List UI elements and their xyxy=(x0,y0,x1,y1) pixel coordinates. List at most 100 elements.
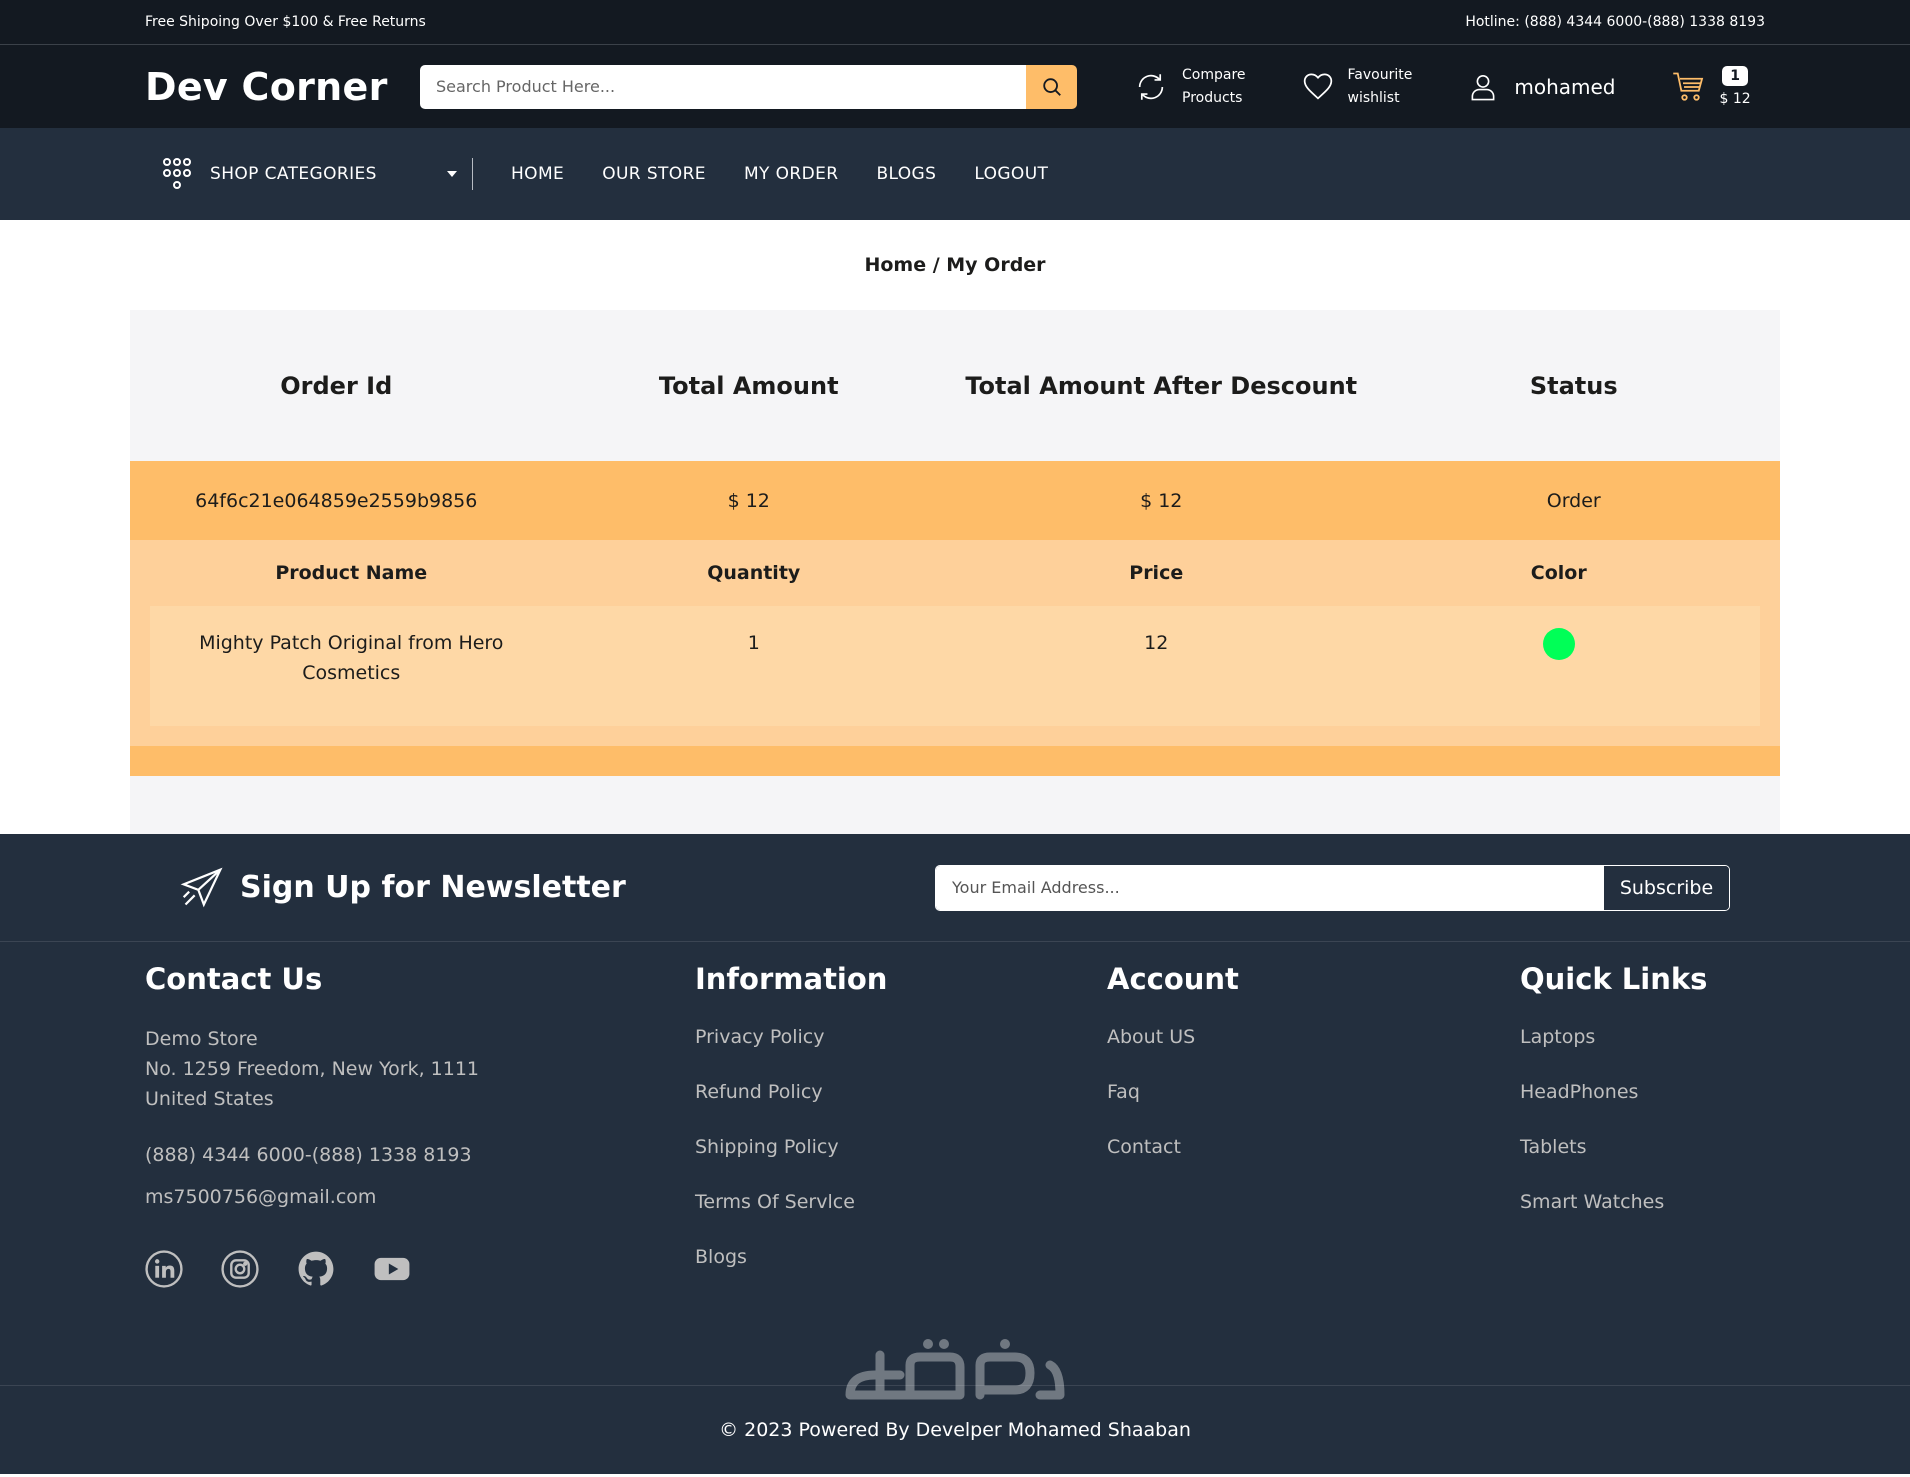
subscribe-button[interactable]: Subscribe xyxy=(1604,865,1729,910)
address-line-1: Demo Store xyxy=(145,1028,258,1050)
order-row: 64f6c21e064859e2559b9856 $ 12 $ 12 Order xyxy=(130,461,1780,540)
link-laptops[interactable]: Laptops xyxy=(1520,1026,1707,1081)
search-input[interactable] xyxy=(420,64,1026,109)
instagram-icon[interactable] xyxy=(221,1250,259,1288)
link-about-us[interactable]: About US xyxy=(1107,1026,1239,1081)
newsletter-form: Subscribe xyxy=(935,864,1730,911)
item-color xyxy=(1358,628,1761,726)
contact-column: Contact Us Demo Store No. 1259 Freedom, … xyxy=(145,962,479,1288)
header-color: Color xyxy=(1530,562,1587,584)
quick-links-column: Quick Links Laptops HeadPhones Tablets S… xyxy=(1520,962,1707,1246)
cart-link[interactable]: 1 $ 12 xyxy=(1671,66,1751,107)
header-status: Status xyxy=(1529,371,1618,400)
order-total-after-discount: $ 12 xyxy=(1140,489,1183,512)
contact-email[interactable]: ms7500756@gmail.com xyxy=(145,1186,479,1208)
grid-dots-icon xyxy=(163,158,191,189)
wishlist-link[interactable]: Favourite wishlist xyxy=(1302,64,1413,110)
order-status: Order xyxy=(1546,489,1601,512)
link-tablets[interactable]: Tablets xyxy=(1520,1136,1707,1191)
shipping-notice: Free Shipoing Over $100 & Free Returns xyxy=(145,14,426,30)
quick-links-title: Quick Links xyxy=(1520,962,1708,996)
footer: Contact Us Demo Store No. 1259 Freedom, … xyxy=(0,942,1910,1400)
user-account-link[interactable]: mohamed xyxy=(1468,72,1615,102)
header-quantity: Quantity xyxy=(707,562,801,584)
link-shipping-policy[interactable]: Shipping Policy xyxy=(695,1136,887,1191)
address-line-2: No. 1259 Freedom, New York, 1111 xyxy=(145,1058,480,1080)
youtube-icon[interactable] xyxy=(373,1250,411,1288)
linkedin-icon[interactable] xyxy=(145,1250,183,1288)
search-icon xyxy=(1042,77,1061,96)
link-terms-of-service[interactable]: Terms Of Servlce xyxy=(695,1191,887,1246)
header-product-name: Product Name xyxy=(275,562,428,584)
newsletter-title: Sign Up for Newsletter xyxy=(240,870,626,905)
compare-label-2: Products xyxy=(1182,89,1243,106)
username: mohamed xyxy=(1514,74,1616,99)
nav-logout[interactable]: LOGOUT xyxy=(974,164,1048,184)
header: Dev Corner Compare Products Favourite wi… xyxy=(0,45,1910,128)
color-swatch xyxy=(1542,628,1575,660)
link-faq[interactable]: Faq xyxy=(1107,1081,1239,1136)
items-header-row: Product Name Quantity Price Color xyxy=(130,540,1780,606)
logo[interactable]: Dev Corner xyxy=(145,65,420,109)
item-row: Mighty Patch Original from Hero Cosmetic… xyxy=(150,606,1760,726)
github-icon[interactable] xyxy=(297,1250,335,1288)
heart-icon xyxy=(1303,72,1332,100)
shop-categories-label: SHOP CATEGORIES xyxy=(210,164,377,184)
main-nav: SHOP CATEGORIES HOME OUR STORE MY ORDER … xyxy=(0,128,1910,220)
search-button[interactable] xyxy=(1026,64,1077,109)
information-title: Information xyxy=(695,962,888,996)
newsletter-title-group: Sign Up for Newsletter xyxy=(180,866,626,910)
shop-categories-dropdown[interactable]: SHOP CATEGORIES xyxy=(162,157,472,191)
orders-table: Order Id Total Amount Total Amount After… xyxy=(130,310,1780,834)
contact-phone[interactable]: (888) 4344 6000-(888) 1338 8193 xyxy=(145,1144,479,1166)
top-bar: Free Shipoing Over $100 & Free Returns H… xyxy=(0,0,1910,45)
nav-blogs[interactable]: BLOGS xyxy=(876,164,936,184)
social-links xyxy=(145,1250,479,1288)
account-column: Account About US Faq Contact xyxy=(1107,962,1239,1191)
account-title: Account xyxy=(1107,962,1239,996)
nav-home[interactable]: HOME xyxy=(511,164,564,184)
paper-plane-icon xyxy=(180,867,223,907)
breadcrumb: Home / My Order xyxy=(864,254,1046,276)
link-smart-watches[interactable]: Smart Watches xyxy=(1520,1191,1707,1246)
order-id: 64f6c21e064859e2559b9856 xyxy=(195,489,478,512)
newsletter-email-input[interactable] xyxy=(936,865,1604,910)
search-bar xyxy=(420,64,1077,109)
link-privacy-policy[interactable]: Privacy Policy xyxy=(695,1026,887,1081)
order-footer-bar xyxy=(130,746,1780,776)
address-line-3: United States xyxy=(145,1088,274,1110)
hotline: Hotline: (888) 4344 6000-(888) 1338 8193 xyxy=(1465,14,1765,30)
order-items: Product Name Quantity Price Color Mighty… xyxy=(130,540,1780,746)
link-headphones[interactable]: HeadPhones xyxy=(1520,1081,1707,1136)
cart-icon xyxy=(1673,72,1704,101)
header-price: Price xyxy=(1129,562,1184,584)
user-icon xyxy=(1471,74,1495,100)
wishlist-label-1: Favourite xyxy=(1347,66,1413,83)
item-price: 12 xyxy=(1144,632,1169,654)
compare-icon xyxy=(1138,73,1164,100)
nav-our-store[interactable]: OUR STORE xyxy=(602,164,706,184)
link-blogs[interactable]: Blogs xyxy=(695,1246,887,1301)
header-order-id: Order Id xyxy=(280,371,393,400)
watermark-logo xyxy=(845,1339,1065,1400)
compare-label-1: Compare xyxy=(1182,66,1246,83)
item-quantity: 1 xyxy=(747,632,760,654)
link-contact[interactable]: Contact xyxy=(1107,1136,1239,1191)
information-column: Information Privacy Policy Refund Policy… xyxy=(695,962,887,1301)
orders-header-row: Order Id Total Amount Total Amount After… xyxy=(130,310,1780,461)
cart-total: $ 12 xyxy=(1719,91,1751,107)
newsletter-bar: Sign Up for Newsletter Subscribe xyxy=(0,834,1910,942)
order-total: $ 12 xyxy=(727,489,770,512)
cart-count-badge: 1 xyxy=(1722,66,1748,86)
nav-my-order[interactable]: MY ORDER xyxy=(744,164,839,184)
link-refund-policy[interactable]: Refund Policy xyxy=(695,1081,887,1136)
item-product-name: Mighty Patch Original from Hero Cosmetic… xyxy=(199,632,504,684)
items-spacer xyxy=(130,726,1780,746)
contact-title: Contact Us xyxy=(145,962,323,996)
compare-products-link[interactable]: Compare Products xyxy=(1134,64,1246,110)
nav-divider xyxy=(472,158,473,190)
header-total-amount: Total Amount xyxy=(658,371,839,400)
wishlist-label-2: wishlist xyxy=(1347,89,1400,106)
header-total-after-discount: Total Amount After Descount xyxy=(965,371,1358,400)
caret-down-icon xyxy=(447,171,457,177)
